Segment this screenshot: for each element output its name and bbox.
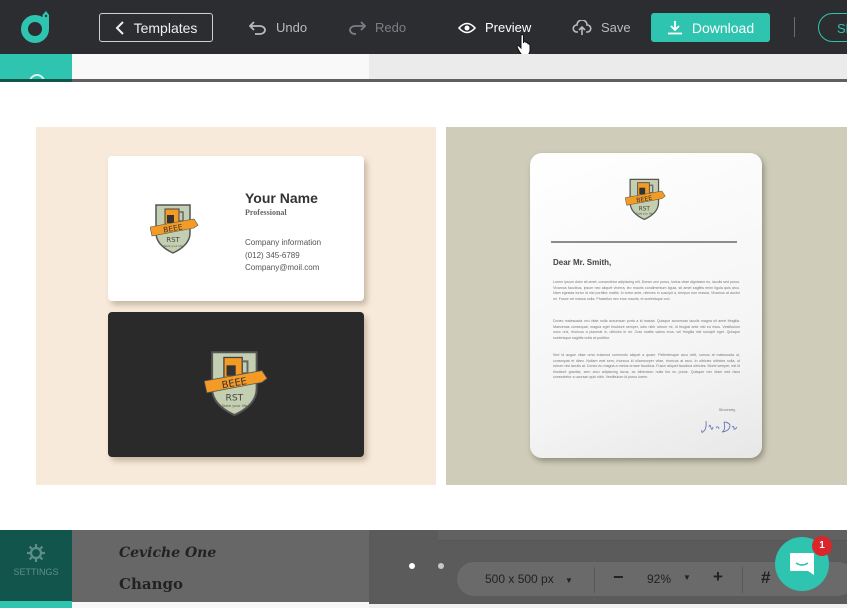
beer-shield-logo-icon: BEEERSTTaste your life: [150, 204, 199, 254]
templates-button[interactable]: Templates: [99, 13, 213, 42]
caret-down-icon[interactable]: ▼: [565, 576, 573, 585]
zoom-bar-divider: [594, 567, 595, 593]
font-item-chango[interactable]: Chango: [119, 575, 183, 593]
letter-greeting: Dear Mr. Smith,: [553, 258, 612, 267]
chat-icon: [790, 553, 814, 575]
letter-paragraph: Lorem ipsum dolor sit amet, consectetur …: [553, 280, 740, 301]
zoom-out-button[interactable]: −: [613, 567, 624, 588]
grid-toggle-icon[interactable]: #: [761, 568, 770, 588]
card-email: Company@moil.com: [245, 263, 320, 272]
settings-label: SETTINGS: [13, 567, 59, 577]
business-card-back: BEEE RST Taste your life: [108, 312, 364, 457]
chevron-left-icon: [115, 20, 124, 35]
letter-divider: [551, 241, 737, 243]
side-panel-top: [72, 54, 369, 80]
beer-shield-logo-icon: BEEERSTTaste your life: [204, 351, 268, 417]
redo-icon: [349, 20, 366, 35]
letter-paragraph: Donec malesuada orci vitae nulla accumsa…: [553, 319, 740, 340]
font-item-ceviche-one[interactable]: Ceviche One: [119, 545, 216, 561]
toolbar-divider: [794, 17, 795, 37]
chat-notification-badge: 1: [812, 536, 832, 556]
redo-button[interactable]: Redo: [348, 13, 406, 42]
share-button[interactable]: Sh: [818, 13, 847, 42]
page-dot-active[interactable]: [409, 563, 415, 569]
sidebar-active-tab[interactable]: [0, 54, 72, 82]
undo-label: Undo: [276, 20, 308, 35]
zoom-in-button[interactable]: +: [713, 567, 723, 587]
save-button[interactable]: Save: [572, 13, 631, 42]
logo-text-line2: RST: [639, 206, 651, 212]
app-logo-icon[interactable]: [18, 9, 54, 45]
letter-paragraph: Sed id augue vitae urna euismod commodo …: [553, 353, 740, 380]
logo-text-line2: RST: [225, 393, 243, 404]
logo-tagline: Taste your life: [221, 404, 248, 408]
cloud-upload-icon: [572, 19, 592, 35]
card-company: Company information: [245, 238, 322, 247]
font-list: Ceviche One Chango: [72, 530, 369, 608]
business-card-front: BEEE RST Taste your life Your Name Profess…: [108, 156, 364, 301]
download-label: Download: [691, 19, 755, 36]
font-list-bottom: [72, 602, 369, 608]
logo-tagline: Taste your life: [162, 244, 183, 248]
undo-icon: [249, 20, 266, 35]
sidebar-next-tab[interactable]: [0, 601, 72, 608]
signature-icon: [701, 420, 738, 433]
top-toolbar: Templates Undo Redo Preview Save Downloa…: [0, 0, 847, 56]
letterhead-page: BEEE RST Taste your life Dear Mr. Smith, L…: [530, 153, 762, 458]
share-label: Sh: [837, 21, 847, 36]
card-phone: (012) 345-6789: [245, 250, 300, 260]
business-card-preview[interactable]: BEEE RST Taste your life Your Name Profess…: [36, 127, 436, 485]
preview-modal: BEEE RST Taste your life Your Name Profess…: [0, 82, 847, 530]
preview-label: Preview: [485, 20, 532, 35]
canvas-edge: [438, 530, 847, 541]
hand-cursor-icon: [516, 34, 531, 56]
redo-label: Redo: [375, 20, 407, 35]
card-info: Company information (012) 345-6789 Compa…: [245, 237, 321, 275]
page-dot[interactable]: [438, 563, 444, 569]
beer-shield-logo-icon: BEEERSTTaste your life: [625, 178, 666, 221]
logo-tagline: Taste your life: [636, 212, 653, 215]
eye-icon: [458, 22, 476, 33]
logo-text-line2: RST: [166, 236, 180, 244]
canvas-bottom-edge: [369, 604, 847, 608]
save-label: Save: [601, 20, 631, 35]
letter-closing: Sincerely,: [718, 407, 736, 412]
download-button[interactable]: Download: [651, 13, 770, 42]
download-icon: [667, 21, 682, 35]
undo-button[interactable]: Undo: [249, 13, 307, 42]
canvas-size-select[interactable]: 500 x 500 px: [485, 572, 554, 586]
canvas-top: [369, 54, 847, 80]
card-role: Professional: [245, 208, 287, 217]
sidebar-settings[interactable]: [0, 530, 72, 601]
letterhead-preview[interactable]: BEEE RST Taste your life Dear Mr. Smith, L…: [446, 127, 847, 485]
templates-label: Templates: [133, 19, 198, 36]
zoom-bar-divider: [742, 567, 743, 593]
card-name: Your Name: [245, 190, 318, 206]
gear-icon: [27, 544, 45, 562]
zoom-level-select[interactable]: 92%: [647, 572, 671, 586]
caret-down-icon[interactable]: ▼: [683, 573, 691, 582]
